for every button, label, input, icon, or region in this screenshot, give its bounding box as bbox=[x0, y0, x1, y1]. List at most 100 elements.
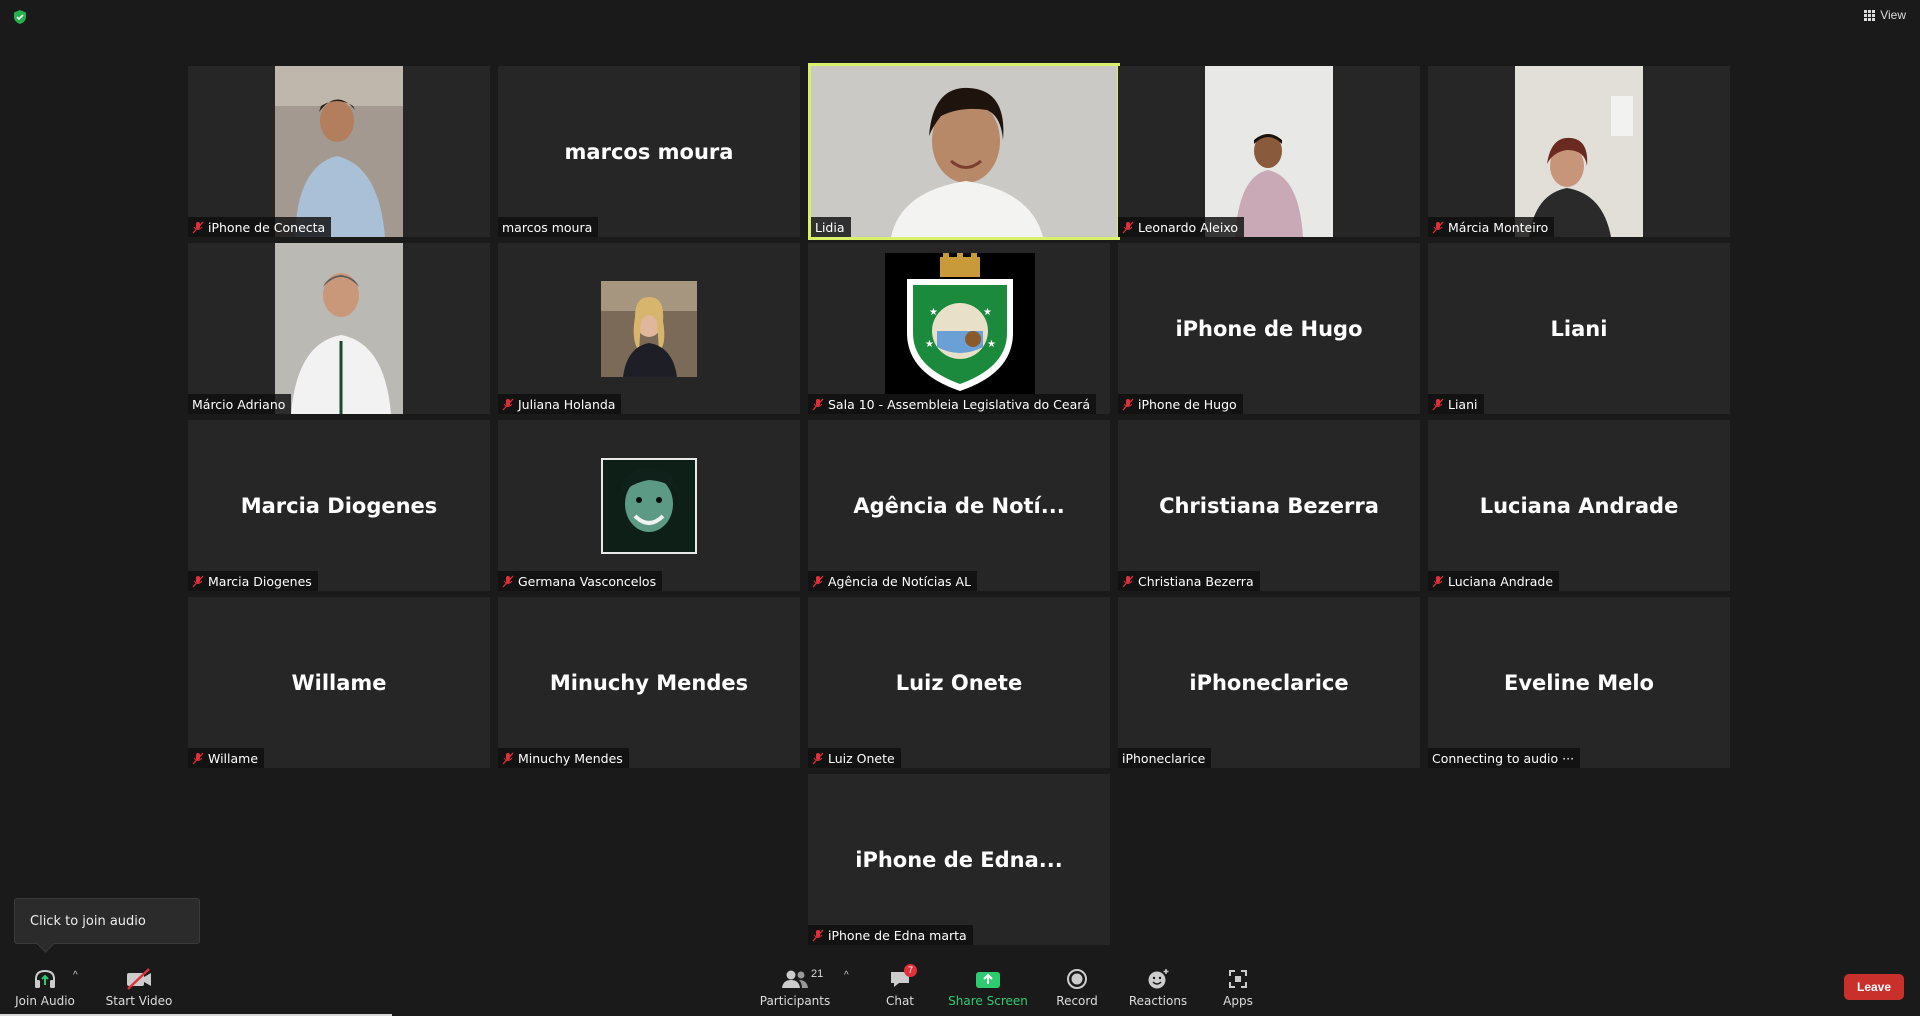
video-tile-active-speaker[interactable]: Lidia bbox=[808, 63, 1120, 240]
video-tile[interactable]: Germana Vasconcelos bbox=[498, 420, 800, 591]
svg-text:★: ★ bbox=[983, 307, 992, 318]
participant-video bbox=[275, 243, 403, 414]
participant-label: Germana Vasconcelos bbox=[498, 571, 663, 591]
video-tile[interactable]: Juliana Holanda bbox=[498, 243, 800, 414]
muted-mic-icon bbox=[502, 575, 514, 587]
video-tile[interactable]: Márcia Monteiro bbox=[1428, 66, 1730, 237]
tooltip-text: Click to join audio bbox=[30, 913, 146, 929]
participant-name: Marcia Diogenes bbox=[208, 573, 312, 589]
muted-mic-icon bbox=[812, 752, 824, 764]
join-audio-tooltip: Click to join audio bbox=[14, 898, 200, 944]
video-tile[interactable]: Willame Willame bbox=[188, 597, 490, 768]
participant-video bbox=[811, 66, 1117, 237]
share-screen-button[interactable]: Share Screen bbox=[948, 956, 1028, 1016]
encryption-shield-icon[interactable] bbox=[12, 9, 28, 25]
video-tile[interactable]: Christiana Bezerra Christiana Bezerra bbox=[1118, 420, 1420, 591]
chat-button[interactable]: Chat bbox=[878, 956, 922, 1016]
video-tile[interactable]: Luiz Onete Luiz Onete bbox=[808, 597, 1110, 768]
participant-label: Márcio Adriano bbox=[188, 394, 292, 414]
reactions-smiley-icon bbox=[1148, 969, 1169, 989]
record-label: Record bbox=[1056, 994, 1098, 1008]
video-tile[interactable]: iPhone de Hugo iPhone de Hugo bbox=[1118, 243, 1420, 414]
video-tile[interactable]: Luciana Andrade Luciana Andrade bbox=[1428, 420, 1730, 591]
participant-label: Connecting to audio ··· bbox=[1428, 748, 1581, 768]
muted-mic-icon bbox=[1432, 398, 1444, 410]
participants-label: Participants bbox=[759, 994, 831, 1008]
join-audio-button[interactable]: Join Audio bbox=[12, 956, 78, 1016]
leave-button[interactable]: Leave bbox=[1844, 974, 1904, 1000]
participant-display-name: Minuchy Mendes bbox=[549, 670, 749, 695]
participant-name: Luciana Andrade bbox=[1448, 573, 1554, 589]
participant-display-name: Luciana Andrade bbox=[1479, 493, 1679, 518]
participant-video bbox=[275, 66, 403, 237]
participant-name: iPhone de Conecta bbox=[208, 219, 326, 235]
participant-name: Luiz Onete bbox=[828, 750, 895, 766]
participant-label: Willame bbox=[188, 748, 265, 768]
participant-display-name: Marcia Diogenes bbox=[240, 493, 438, 518]
muted-mic-icon bbox=[812, 575, 824, 587]
participant-label: Sala 10 - Assembleia Legislativa do Cear… bbox=[808, 394, 1097, 414]
start-video-label: Start Video bbox=[105, 994, 173, 1008]
chat-label: Chat bbox=[885, 994, 915, 1008]
meeting-toolbar: Join Audio ^ Start Video Participants 21… bbox=[0, 956, 1920, 1016]
participant-name: Leonardo Aleixo bbox=[1138, 219, 1238, 235]
muted-mic-icon bbox=[502, 752, 514, 764]
participant-label: Lidia bbox=[811, 217, 851, 237]
video-tile[interactable]: Minuchy Mendes Minuchy Mendes bbox=[498, 597, 800, 768]
participants-options-chevron-icon[interactable]: ^ bbox=[844, 970, 849, 981]
video-tile[interactable]: Liani Liani bbox=[1428, 243, 1730, 414]
video-tile[interactable]: Leonardo Aleixo bbox=[1118, 66, 1420, 237]
apps-button[interactable]: Apps bbox=[1218, 956, 1258, 1016]
audio-options-chevron-icon[interactable]: ^ bbox=[73, 970, 78, 981]
video-tile[interactable]: iPhoneclarice iPhoneclarice bbox=[1118, 597, 1420, 768]
participant-display-name: iPhoneclarice bbox=[1189, 670, 1349, 695]
participant-label: Minuchy Mendes bbox=[498, 748, 629, 768]
participant-display-name: marcos moura bbox=[564, 139, 734, 164]
participant-label: Christiana Bezerra bbox=[1118, 571, 1260, 591]
svg-text:★: ★ bbox=[987, 339, 996, 350]
video-tile[interactable]: iPhone de Conecta bbox=[188, 66, 490, 237]
participant-name: Minuchy Mendes bbox=[518, 750, 623, 766]
participant-label: Luciana Andrade bbox=[1428, 571, 1560, 591]
record-button[interactable]: Record bbox=[1052, 956, 1102, 1016]
participant-label: iPhone de Conecta bbox=[188, 217, 332, 237]
participant-display-name: Luiz Onete bbox=[895, 670, 1023, 695]
participants-button[interactable]: Participants bbox=[758, 956, 832, 1016]
reactions-label: Reactions bbox=[1128, 994, 1188, 1008]
participant-label: Liani bbox=[1428, 394, 1484, 414]
participant-label: iPhoneclarice bbox=[1118, 748, 1212, 768]
video-tile[interactable]: Eveline Melo Connecting to audio ··· bbox=[1428, 597, 1730, 768]
view-button[interactable]: View bbox=[1864, 8, 1906, 22]
participant-label: iPhone de Edna marta bbox=[808, 925, 973, 945]
reactions-button[interactable]: Reactions bbox=[1127, 956, 1189, 1016]
participant-name: Christiana Bezerra bbox=[1138, 573, 1254, 589]
participant-name: Márcio Adriano bbox=[192, 396, 286, 412]
start-video-button[interactable]: Start Video bbox=[106, 956, 172, 1016]
participant-video bbox=[1205, 66, 1333, 237]
participant-video bbox=[1515, 66, 1643, 237]
participant-name: Germana Vasconcelos bbox=[518, 573, 657, 589]
svg-text:★: ★ bbox=[929, 307, 938, 318]
participant-display-name: Agência de Notí... bbox=[853, 493, 1065, 518]
participant-label: Juliana Holanda bbox=[498, 394, 622, 414]
video-tile[interactable]: Márcio Adriano bbox=[188, 243, 490, 414]
video-tile[interactable]: ★ ★ ★ ★ Sala 10 - Assembleia Legislativa d… bbox=[808, 243, 1110, 414]
video-tile[interactable]: Agência de Notí... Agência de Notícias A… bbox=[808, 420, 1110, 591]
participant-name: iPhone de Edna marta bbox=[828, 927, 967, 943]
gallery-grid: iPhone de Conecta marcos moura marcos mo… bbox=[188, 63, 1732, 945]
join-audio-label: Join Audio bbox=[15, 994, 75, 1008]
muted-mic-icon bbox=[1432, 221, 1444, 233]
record-icon bbox=[1067, 969, 1087, 989]
headphones-icon bbox=[35, 969, 55, 988]
video-tile[interactable]: iPhone de Edna... iPhone de Edna marta bbox=[808, 774, 1110, 945]
muted-mic-icon bbox=[192, 752, 204, 764]
participant-label: Marcia Diogenes bbox=[188, 571, 318, 591]
muted-mic-icon bbox=[1122, 575, 1134, 587]
share-screen-icon bbox=[976, 972, 1000, 988]
participant-name: marcos moura bbox=[502, 219, 593, 235]
participant-label: Luiz Onete bbox=[808, 748, 901, 768]
participant-label: Leonardo Aleixo bbox=[1118, 217, 1244, 237]
video-tile[interactable]: marcos moura marcos moura bbox=[498, 66, 800, 237]
leave-label: Leave bbox=[1856, 980, 1892, 994]
video-tile[interactable]: Marcia Diogenes Marcia Diogenes bbox=[188, 420, 490, 591]
